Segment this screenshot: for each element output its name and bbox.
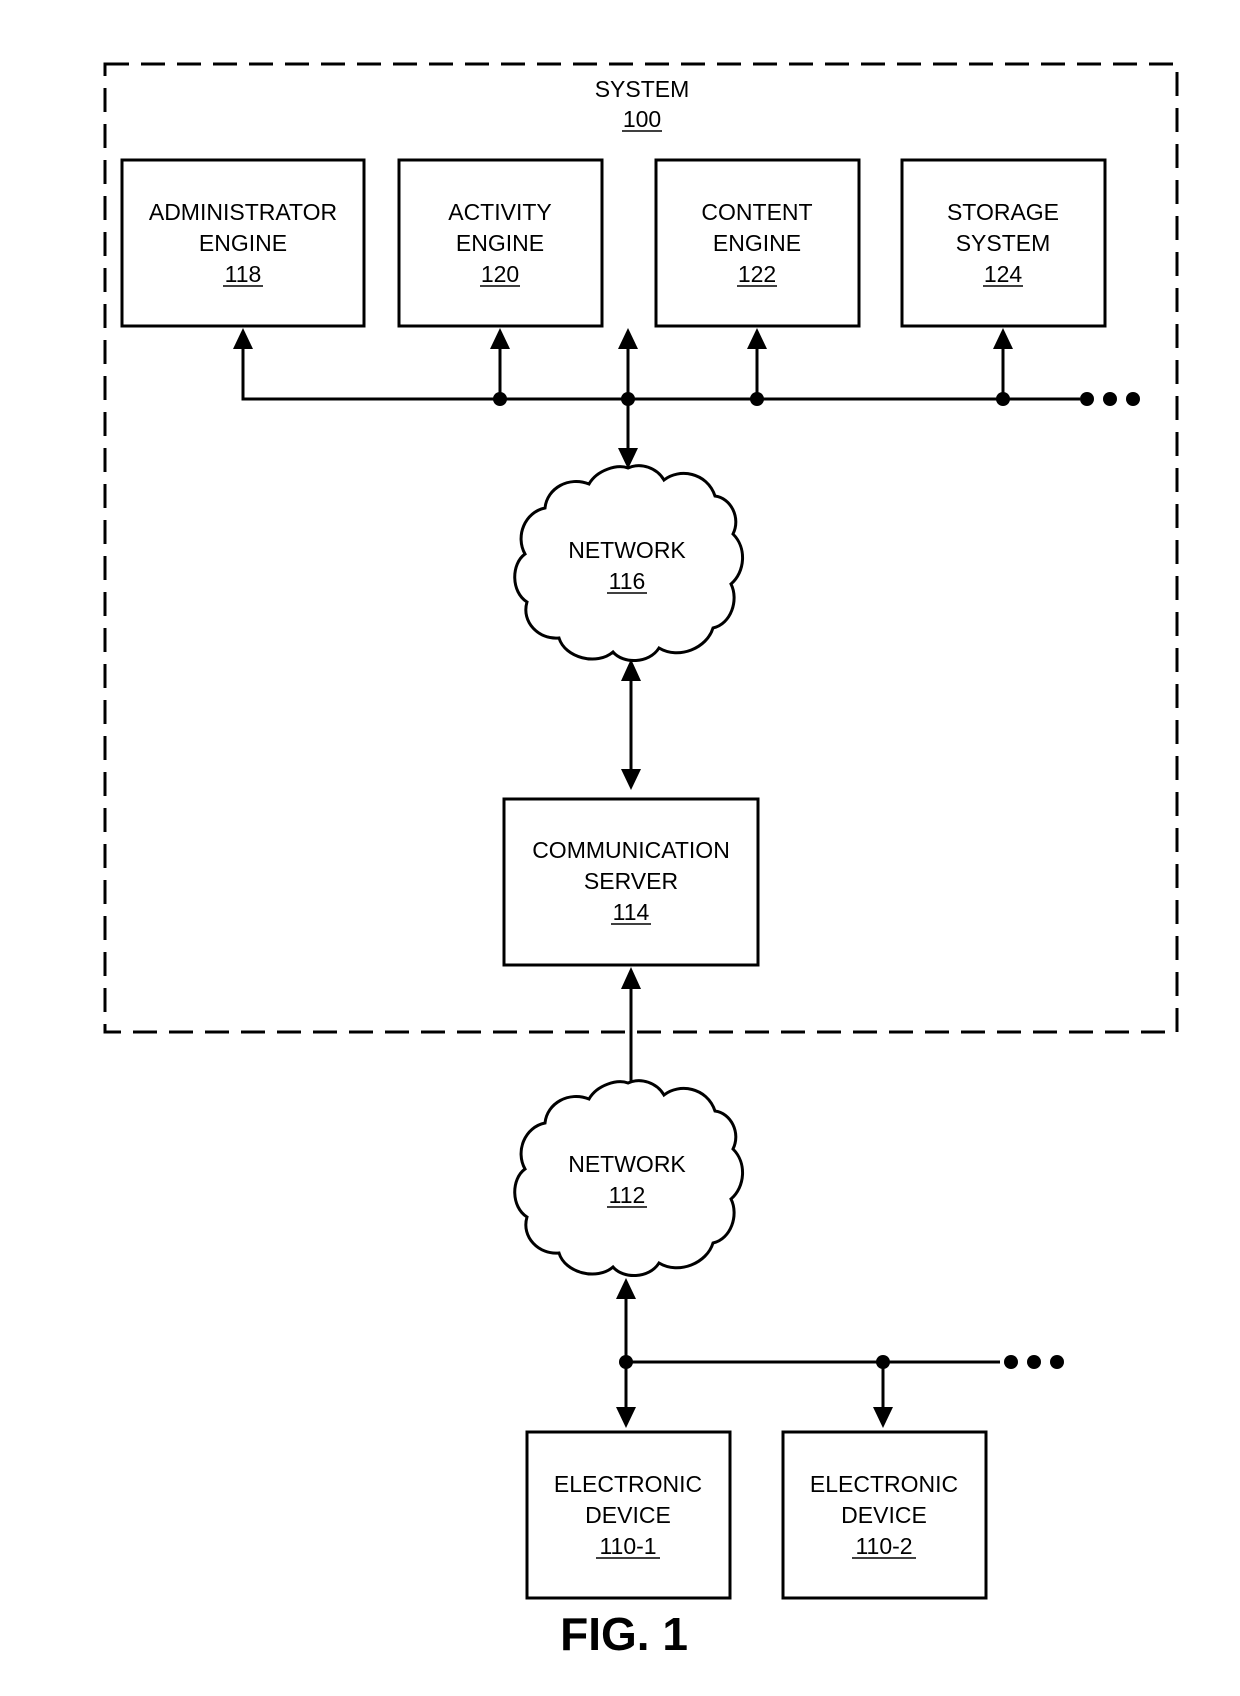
- content-engine-box[interactable]: CONTENT ENGINE 122: [654, 158, 861, 328]
- communication-server-line1: COMMUNICATION: [532, 837, 730, 863]
- administrator-engine-line1: ADMINISTRATOR: [149, 199, 337, 225]
- electronic-device-1-line1: ELECTRONIC: [554, 1471, 702, 1497]
- electronic-device-1-line2: DEVICE: [585, 1502, 671, 1528]
- content-engine-line2: ENGINE: [713, 230, 801, 256]
- electronic-device-1-ref: 110-1: [599, 1533, 656, 1559]
- ellipsis-icon: [1004, 1355, 1064, 1369]
- junction-dot: [493, 392, 507, 406]
- storage-system-line2: SYSTEM: [956, 230, 1051, 256]
- activity-engine-line2: ENGINE: [456, 230, 544, 256]
- content-engine-ref: 122: [738, 261, 776, 287]
- cloud-icon: [513, 464, 744, 662]
- arrowhead-up-icon: [993, 328, 1013, 349]
- network-116-ref: 116: [609, 568, 646, 594]
- activity-engine-ref: 120: [481, 261, 519, 287]
- network-112-cloud[interactable]: NETWORK 112: [513, 1079, 744, 1277]
- electronic-device-2-ref: 110-2: [855, 1533, 912, 1559]
- link-network116-server: [621, 659, 641, 790]
- administrator-engine-line2: ENGINE: [199, 230, 287, 256]
- content-engine-line1: CONTENT: [701, 199, 812, 225]
- electronic-device-2-line1: ELECTRONIC: [810, 1471, 958, 1497]
- arrowhead-up-icon: [621, 967, 641, 989]
- network-116-cloud[interactable]: NETWORK 116: [513, 464, 744, 662]
- junction-dot: [621, 392, 635, 406]
- junction-dot: [996, 392, 1010, 406]
- junction-dot: [876, 1355, 890, 1369]
- arrowhead-down-icon: [621, 769, 641, 790]
- electronic-device-1-box[interactable]: ELECTRONIC DEVICE 110-1: [525, 1430, 732, 1600]
- storage-system-ref: 124: [984, 261, 1023, 287]
- upper-bus: [233, 328, 1140, 469]
- arrowhead-up-icon: [616, 1278, 636, 1299]
- system-ref: 100: [623, 106, 661, 132]
- communication-server-box[interactable]: COMMUNICATION SERVER 114: [502, 797, 760, 967]
- storage-system-line1: STORAGE: [947, 199, 1059, 225]
- network-116-label: NETWORK: [568, 537, 686, 563]
- arrowhead-down-icon: [616, 1407, 636, 1428]
- administrator-engine-ref: 118: [225, 261, 262, 287]
- arrowhead-up-icon: [747, 328, 767, 349]
- storage-system-box[interactable]: STORAGE SYSTEM 124: [900, 158, 1107, 328]
- communication-server-line2: SERVER: [584, 868, 678, 894]
- figure-caption: FIG. 1: [560, 1608, 688, 1660]
- activity-engine-line1: ACTIVITY: [448, 199, 552, 225]
- communication-server-ref: 114: [613, 899, 650, 925]
- activity-engine-box[interactable]: ACTIVITY ENGINE 120: [397, 158, 604, 328]
- arrowhead-up-icon: [618, 328, 638, 349]
- arrowhead-up-icon: [233, 328, 253, 349]
- junction-dot: [750, 392, 764, 406]
- ellipsis-icon: [1080, 392, 1140, 406]
- lower-bus: [616, 1278, 1064, 1428]
- arrowhead-up-icon: [490, 328, 510, 349]
- arrowhead-up-icon: [621, 659, 641, 681]
- network-112-label: NETWORK: [568, 1151, 686, 1177]
- network-112-ref: 112: [609, 1182, 646, 1208]
- electronic-device-2-box[interactable]: ELECTRONIC DEVICE 110-2: [781, 1430, 988, 1600]
- arrowhead-down-icon: [873, 1407, 893, 1428]
- system-label: SYSTEM: [595, 76, 690, 102]
- administrator-engine-box[interactable]: ADMINISTRATOR ENGINE 118: [120, 158, 366, 328]
- electronic-device-2-line2: DEVICE: [841, 1502, 927, 1528]
- cloud-icon: [513, 1079, 744, 1277]
- system-block-diagram: SYSTEM 100 ADMINISTRATOR ENGINE 118 ACTI…: [103, 62, 1179, 1660]
